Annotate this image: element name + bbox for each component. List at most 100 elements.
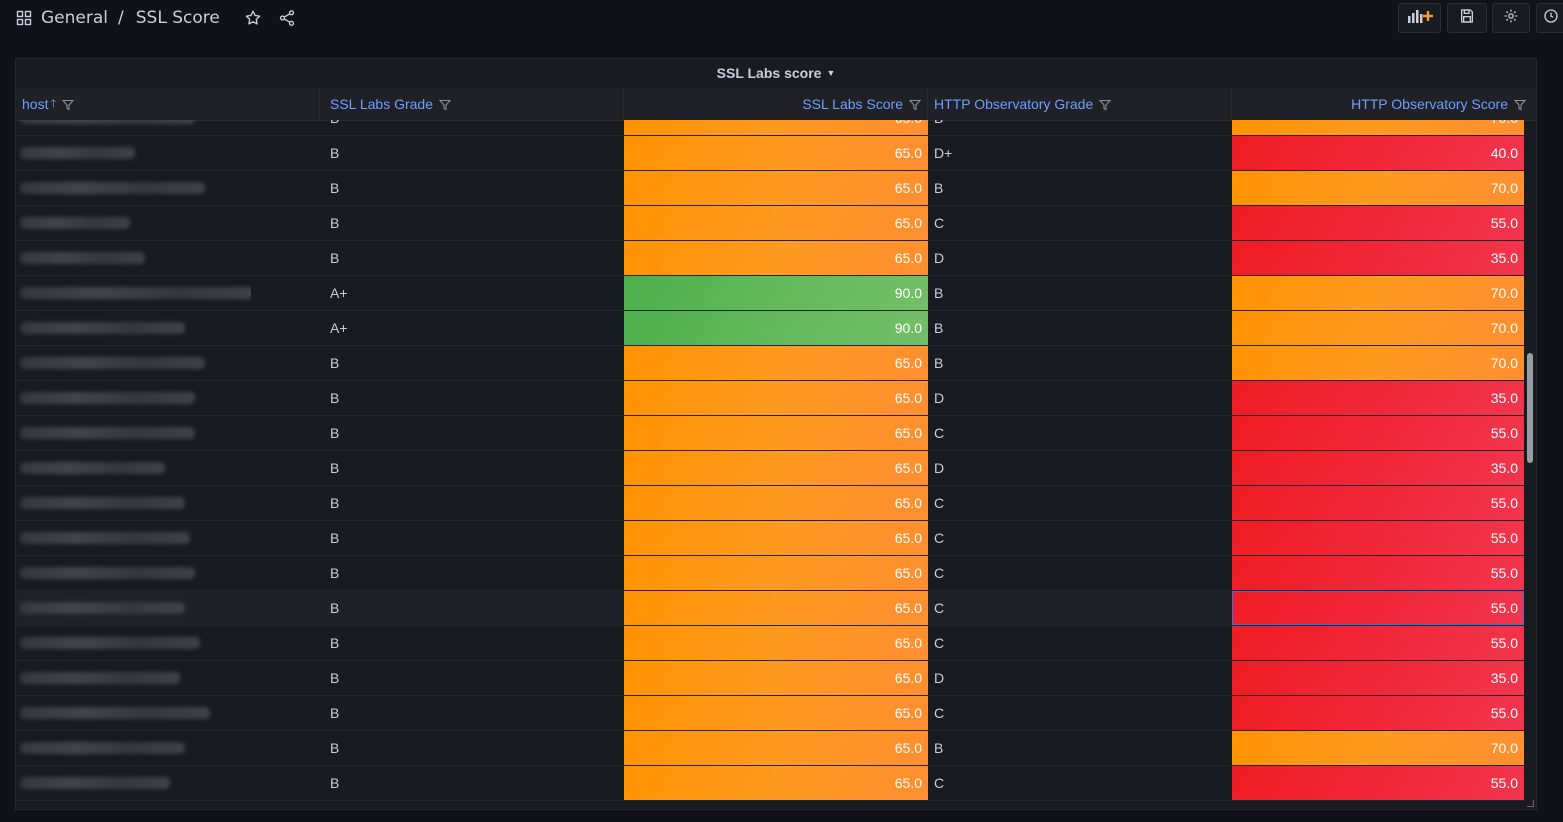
- star-icon[interactable]: [244, 9, 262, 27]
- table-row[interactable]: B 65.0 C 55.0: [16, 626, 1524, 661]
- share-icon[interactable]: [278, 9, 296, 27]
- ssl-score-cell: 65.0: [624, 696, 928, 730]
- table-row[interactable]: B 65.0 D+ 40.0: [16, 136, 1524, 171]
- add-panel-icon: [1407, 8, 1433, 28]
- redacted-hostname: [16, 766, 251, 800]
- dashboard-title[interactable]: SSL Score: [136, 8, 220, 28]
- table-row[interactable]: B65.0B70.0: [16, 346, 1524, 381]
- column-header-label[interactable]: HTTP Observatory Grade: [934, 96, 1093, 112]
- table-row[interactable]: B 65.0 C 55.0: [16, 556, 1524, 591]
- ssl-score-cell: 65.0: [624, 626, 928, 660]
- table-header: host 🡑 SSL Labs Grade SSL Labs Score HTT…: [16, 88, 1536, 121]
- observatory-score-cell: 55.0: [1232, 696, 1524, 730]
- ssl-score-cell: 65.0: [624, 556, 928, 590]
- host-cell-redacted: [16, 416, 320, 450]
- redacted-hostname: [16, 276, 251, 310]
- table-row[interactable]: A+ 90.0 B 70.0: [16, 276, 1524, 311]
- column-header-host[interactable]: host 🡑: [16, 88, 320, 120]
- redacted-hostname: [16, 346, 251, 380]
- dashboard-settings-button[interactable]: [1492, 3, 1530, 33]
- column-header-ssl-score[interactable]: SSL Labs Score: [624, 88, 928, 120]
- observatory-grade-cell: B: [934, 320, 944, 336]
- save-icon: [1459, 8, 1475, 28]
- ssl-grade-cell: B: [330, 530, 340, 546]
- table-rows: B65.0B70.0B65.0D+40.0B65.0B70.0B65.0C55.…: [16, 120, 1524, 801]
- observatory-grade-cell: B: [934, 180, 944, 196]
- ssl-score-cell: 65.0: [624, 416, 928, 450]
- observatory-grade-cell: C: [934, 425, 945, 441]
- table-row[interactable]: B 65.0 C 55.0: [16, 416, 1524, 451]
- observatory-score-cell: 35.0: [1232, 381, 1524, 415]
- filter-icon[interactable]: [61, 98, 75, 111]
- observatory-score-cell: 40.0: [1232, 136, 1524, 170]
- observatory-grade-cell: C: [934, 635, 945, 651]
- observatory-score-cell: 70.0: [1232, 311, 1524, 345]
- host-cell-redacted: [16, 311, 320, 345]
- filter-icon[interactable]: [1513, 98, 1527, 111]
- observatory-grade-cell: C: [934, 530, 945, 546]
- host-cell-redacted: [16, 556, 320, 590]
- table-row[interactable]: A+ 90.0 B 70.0: [16, 311, 1524, 346]
- table-row[interactable]: B 65.0 C 55.0: [16, 766, 1524, 801]
- vertical-scrollbar[interactable]: [1526, 120, 1534, 809]
- column-header-label[interactable]: HTTP Observatory Score: [1351, 96, 1508, 112]
- column-header-label[interactable]: SSL Labs Score: [802, 96, 903, 112]
- redacted-hostname: [16, 731, 251, 765]
- host-cell-redacted: [16, 346, 320, 380]
- redacted-hostname: [16, 171, 251, 205]
- table-row[interactable]: B 65.0 D 35.0: [16, 451, 1524, 486]
- table-body[interactable]: B65.0B70.0B65.0D+40.0B65.0B70.0B65.0C55.…: [16, 120, 1524, 809]
- host-cell-redacted: [16, 486, 320, 520]
- redacted-hostname: [16, 241, 251, 275]
- top-navbar: General / SSL Score: [0, 0, 1563, 40]
- ssl-grade-cell: B: [330, 250, 340, 266]
- ssl-score-cell: 65.0: [624, 521, 928, 555]
- ssl-grade-cell: B: [330, 600, 340, 616]
- table-row[interactable]: B 65.0 D 35.0: [16, 381, 1524, 416]
- table-row[interactable]: B65.0B70.0: [16, 120, 1524, 136]
- observatory-score-cell: 55.0: [1232, 206, 1524, 240]
- ssl-score-cell: 65.0: [624, 171, 928, 205]
- table-row[interactable]: B 65.0 D 35.0: [16, 661, 1524, 696]
- column-header-observatory-score[interactable]: HTTP Observatory Score: [1232, 88, 1536, 120]
- observatory-grade-cell: B: [934, 355, 944, 371]
- filter-icon[interactable]: [438, 98, 452, 111]
- table-row[interactable]: B65.0B70.0: [16, 731, 1524, 766]
- ssl-score-cell: 65.0: [624, 381, 928, 415]
- redacted-hostname: [16, 120, 251, 135]
- add-panel-button[interactable]: [1398, 3, 1441, 33]
- column-header-observatory-grade[interactable]: HTTP Observatory Grade: [928, 88, 1232, 120]
- column-header-label[interactable]: host: [22, 96, 48, 112]
- host-cell-redacted: [16, 766, 320, 800]
- chevron-down-icon[interactable]: ▼: [826, 68, 835, 78]
- time-picker-button[interactable]: [1536, 3, 1563, 33]
- save-dashboard-button[interactable]: [1447, 3, 1487, 33]
- ssl-grade-cell: B: [330, 565, 340, 581]
- dashboards-grid-icon[interactable]: [16, 10, 32, 26]
- panel-title[interactable]: SSL Labs score ▼: [16, 59, 1536, 87]
- filter-icon[interactable]: [1099, 98, 1112, 111]
- table-row[interactable]: B 65.0 C 55.0: [16, 591, 1524, 626]
- table-row[interactable]: B 65.0 C 55.0: [16, 696, 1524, 731]
- redacted-hostname: [16, 661, 251, 695]
- table-row[interactable]: B 65.0 C 55.0: [16, 206, 1524, 241]
- resize-handle[interactable]: [1527, 800, 1534, 807]
- table-row[interactable]: B 65.0 C 55.0: [16, 521, 1524, 556]
- host-cell-redacted: [16, 696, 320, 730]
- column-header-label[interactable]: SSL Labs Grade: [330, 96, 433, 112]
- table-row[interactable]: B 65.0 D 35.0: [16, 241, 1524, 276]
- redacted-hostname: [16, 416, 251, 450]
- breadcrumb-folder[interactable]: General: [41, 8, 108, 28]
- host-cell-redacted: [16, 381, 320, 415]
- table-row[interactable]: B65.0B70.0: [16, 171, 1524, 206]
- ssl-grade-cell: A+: [330, 285, 348, 301]
- table-row[interactable]: B 65.0 C 55.0: [16, 486, 1524, 521]
- ssl-score-cell: 65.0: [624, 241, 928, 275]
- redacted-hostname: [16, 626, 251, 660]
- host-cell-redacted: [16, 451, 320, 485]
- column-header-ssl-grade[interactable]: SSL Labs Grade: [320, 88, 624, 120]
- filter-icon[interactable]: [908, 98, 922, 111]
- scrollbar-thumb[interactable]: [1527, 353, 1533, 463]
- ssl-score-cell: 90.0: [624, 311, 928, 345]
- observatory-grade-cell: B: [934, 740, 944, 756]
